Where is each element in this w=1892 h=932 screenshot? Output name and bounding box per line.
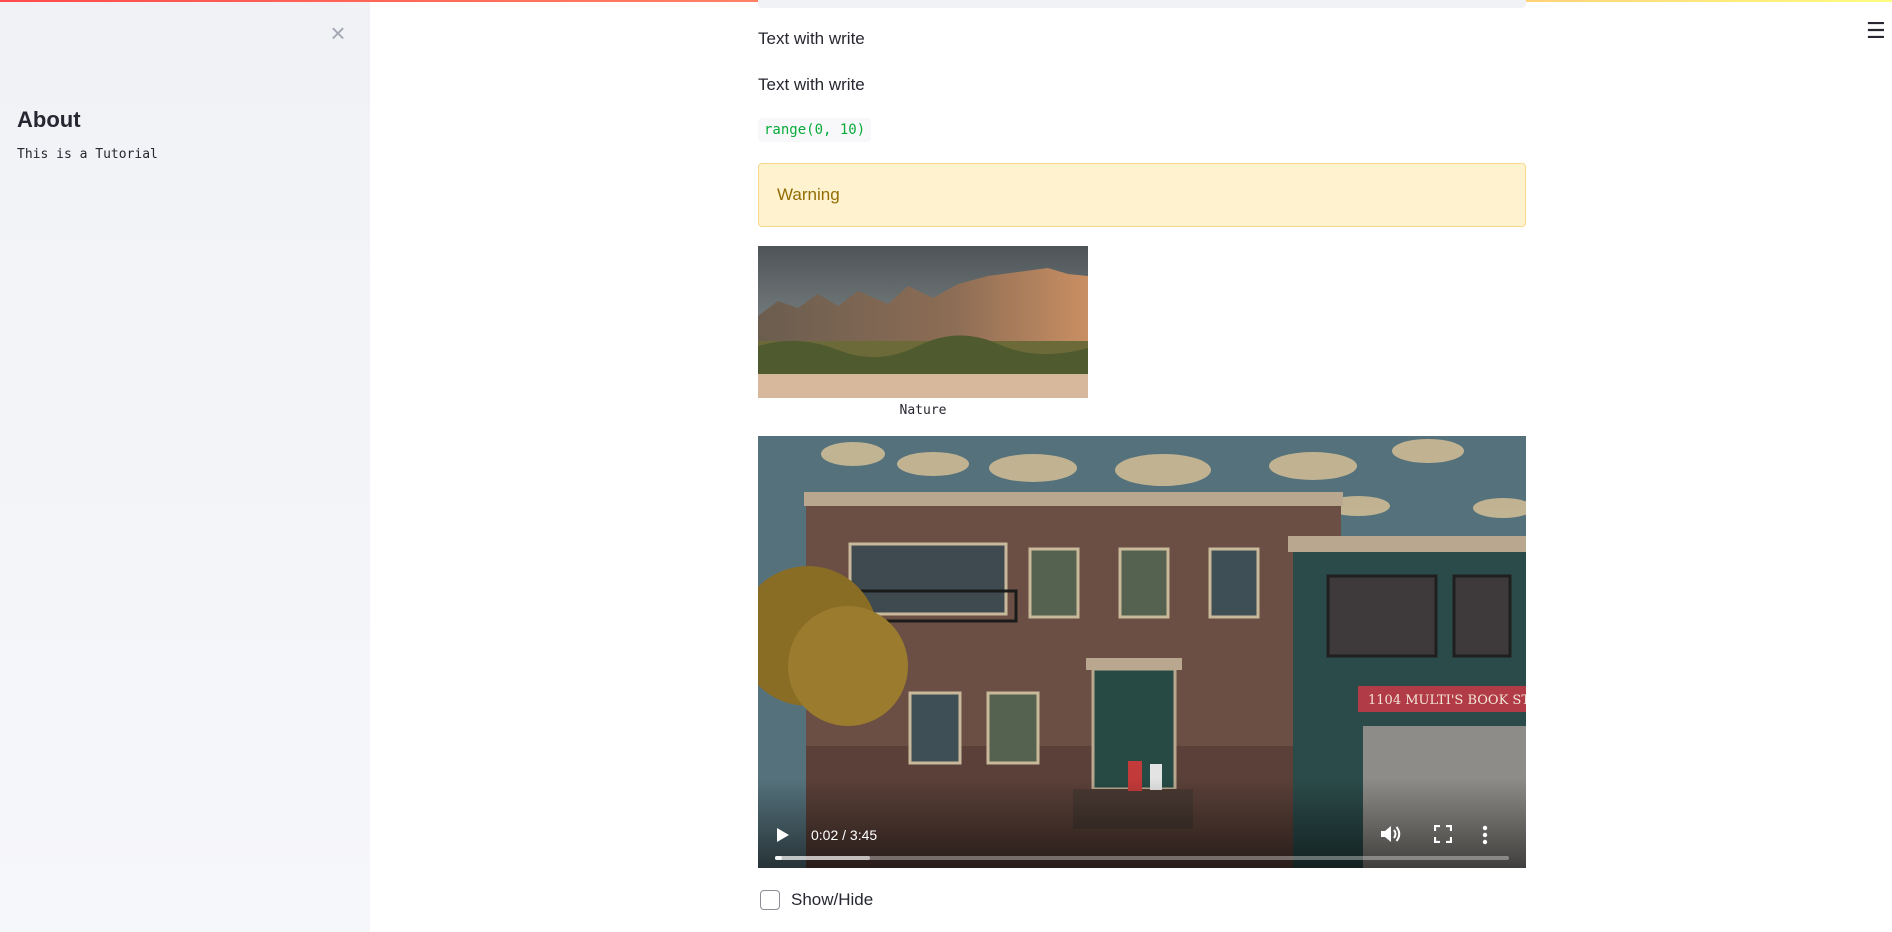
video-progress-fill [775,856,782,860]
video-buffer-fill [775,856,871,860]
warning-alert: Warning [758,163,1526,227]
fullscreen-icon[interactable] [1434,825,1452,843]
sidebar-text: This is a Tutorial [17,147,158,162]
write-text-2: Text with write [758,75,865,94]
shop-sign-text: 1104 MULTI'S BOOK ST [1368,693,1526,708]
video-controls: 0:02 / 3:45 [758,778,1526,868]
more-options-icon[interactable] [1480,824,1490,846]
show-hide-checkbox[interactable]: Show/Hide [760,888,873,912]
nature-image-container: Nature [758,246,1088,418]
code-output: range(0, 10) [758,118,872,142]
nature-image [758,246,1088,398]
write-text-1: Text with write [758,29,865,48]
sidebar-title: About [17,107,81,132]
play-icon[interactable] [776,827,790,843]
video-progress-bar[interactable] [775,856,1509,860]
previous-element-block [758,0,1526,8]
checkbox-label: Show/Hide [791,890,874,909]
close-icon[interactable]: × [326,19,350,47]
hamburger-menu-icon[interactable]: ☰ [1866,20,1888,42]
video-time: 0:02 / 3:45 [811,827,878,843]
sidebar: × About This is a Tutorial [0,2,370,932]
checkbox-box[interactable] [760,890,780,910]
volume-icon[interactable] [1380,824,1402,844]
video-player[interactable]: 1104 MULTI'S BOOK ST 0:02 / 3:45 [758,436,1526,868]
image-caption: Nature [899,403,947,418]
